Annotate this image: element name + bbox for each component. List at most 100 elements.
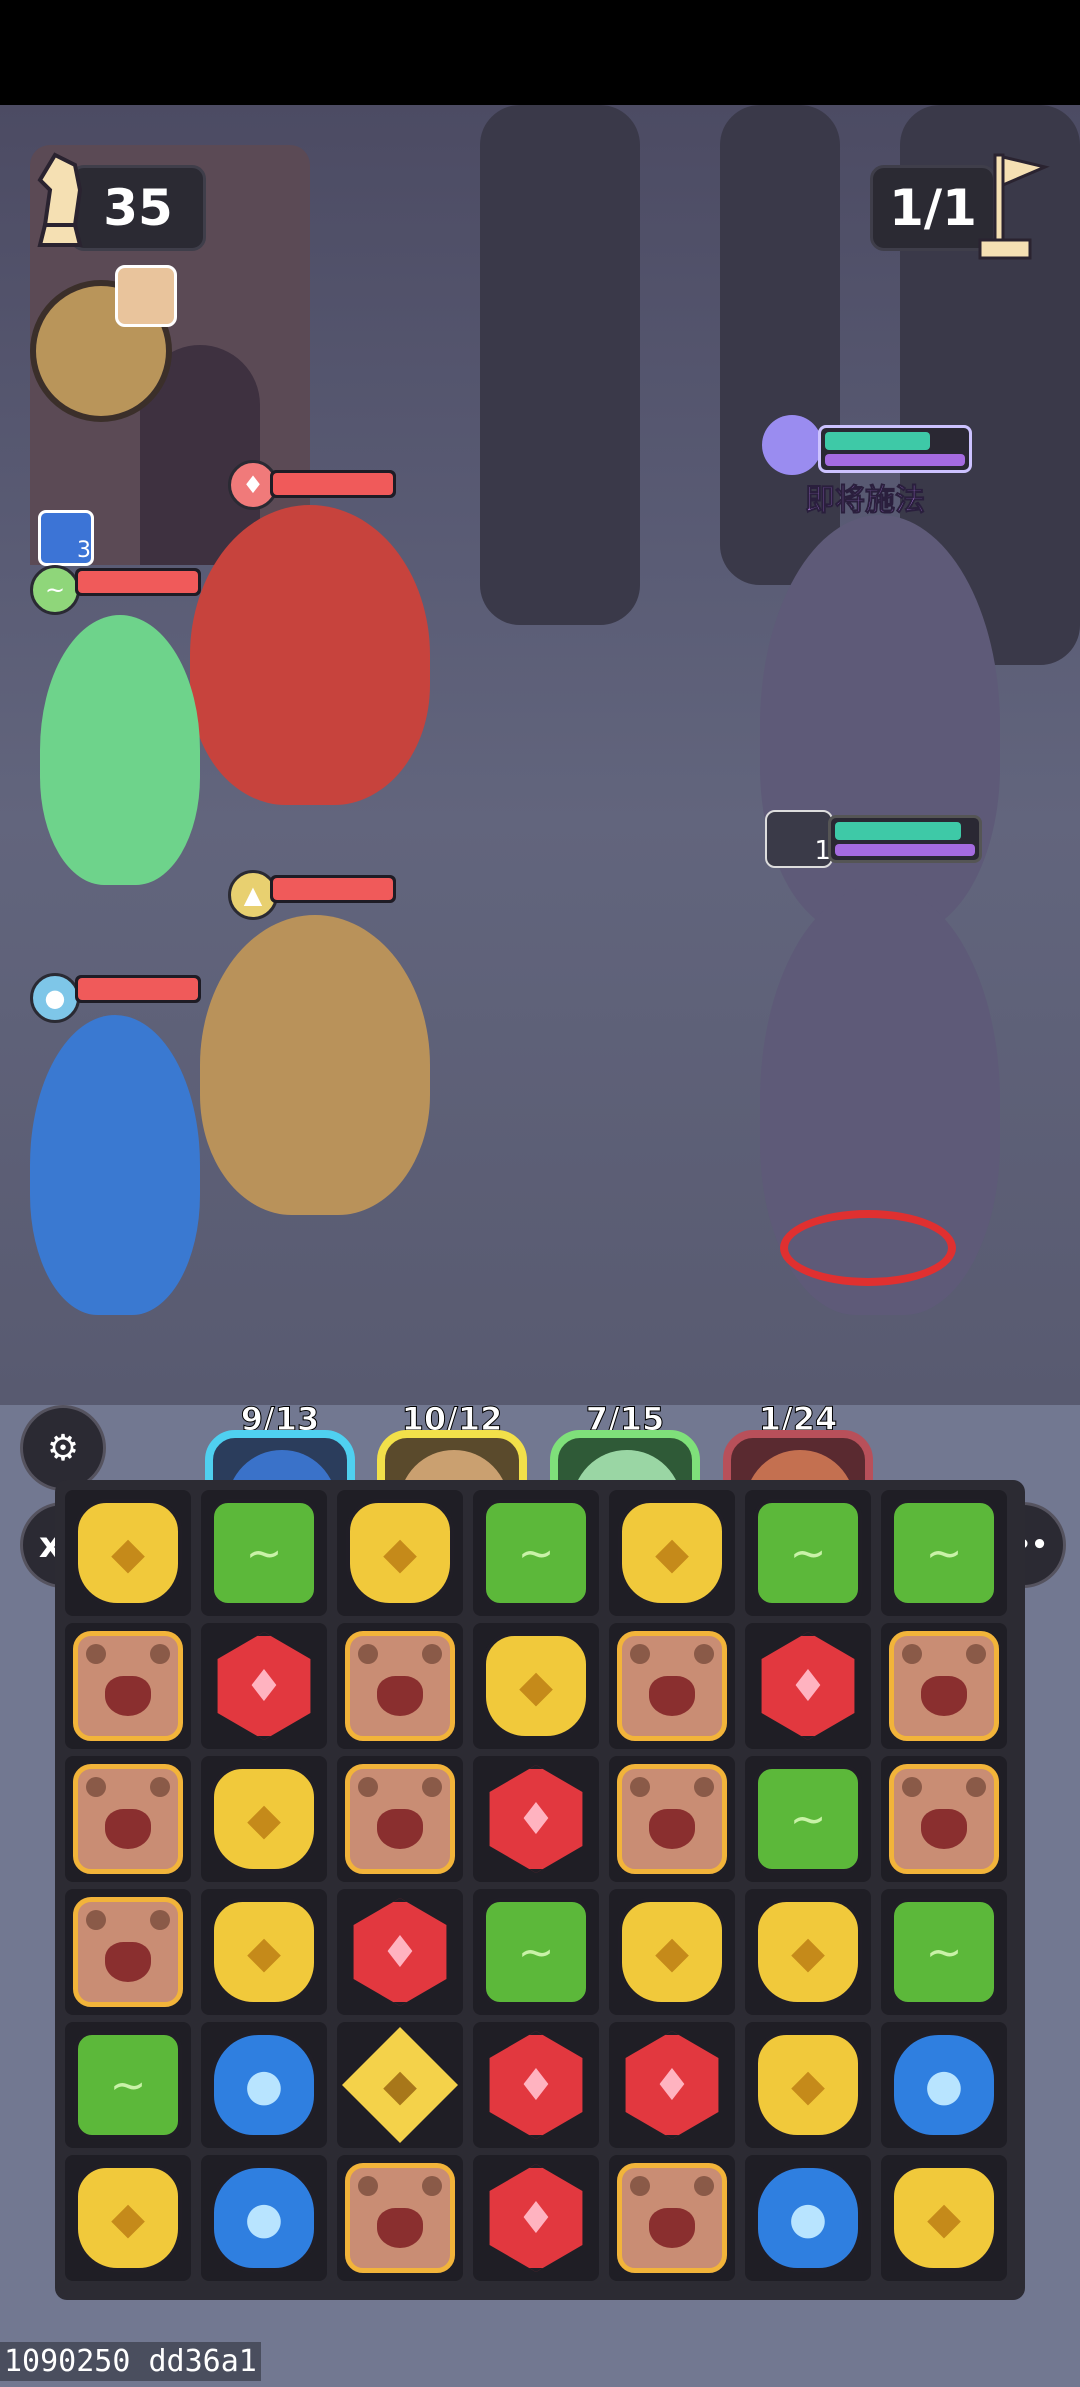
board-cell[interactable]: ◆ xyxy=(473,1623,599,1749)
board-cell[interactable] xyxy=(609,2155,735,2281)
bear-tile xyxy=(617,2163,727,2273)
board-cell[interactable] xyxy=(881,1756,1007,1882)
board-cell[interactable]: ♦ xyxy=(745,1623,871,1749)
board-cell[interactable]: ~ xyxy=(881,1889,1007,2015)
yellow-gem: ◆ xyxy=(74,1499,182,1607)
board-cell[interactable]: ♦ xyxy=(609,2022,735,2148)
enemy-dark-elf-1 xyxy=(760,515,1000,935)
board-cell[interactable]: ◆ xyxy=(337,1490,463,1616)
board-cell[interactable]: ◆ xyxy=(609,1490,735,1616)
green-gem: ~ xyxy=(890,1898,998,2006)
enemy-hp-bar xyxy=(828,815,982,863)
yellow-gem: ◆ xyxy=(890,2164,998,2272)
wave-value: 1/1 xyxy=(889,179,977,237)
board-cell[interactable] xyxy=(65,1889,191,2015)
yellow-gem: ◆ xyxy=(754,2031,862,2139)
moves-value: 35 xyxy=(103,179,173,237)
green-gem: ~ xyxy=(754,1765,862,1873)
board-cell[interactable] xyxy=(881,1623,1007,1749)
green-gem: ~ xyxy=(482,1898,590,2006)
yellow-gem: ◆ xyxy=(754,1898,862,2006)
skill-hero-portrait xyxy=(115,265,177,327)
blue-gem: ● xyxy=(210,2031,318,2139)
green-gem: ~ xyxy=(754,1499,862,1607)
target-marker xyxy=(780,1210,956,1286)
red-gem: ♦ xyxy=(489,2164,583,2272)
board-cell[interactable]: ● xyxy=(881,2022,1007,2148)
yellow-gem: ◆ xyxy=(482,1632,590,1740)
board-cell[interactable]: ♦ xyxy=(337,1889,463,2015)
board-cell[interactable] xyxy=(609,1756,735,1882)
ally-mage-blue xyxy=(30,1015,200,1315)
green-gem: ~ xyxy=(482,1499,590,1607)
red-gem: ♦ xyxy=(489,1765,583,1873)
bear-tile xyxy=(73,1764,183,1874)
ally-badge: 3 xyxy=(38,510,94,566)
board-cell[interactable]: ◆ xyxy=(65,2155,191,2281)
match3-board: ◆ ~ ◆ ~ ◆ ~ ~ ♦ ◆ ♦ ◆ ♦ ~ ◆ ♦ ~ ◆ ◆ ~ ~ ● ◆ ♦ ♦ ◆ ● ◆ ● ♦ ● ◆ xyxy=(55,1480,1025,2300)
enemy-hp-bar xyxy=(818,425,972,473)
board-cell[interactable]: ♦ xyxy=(473,2022,599,2148)
board-cell[interactable]: ♦ xyxy=(473,2155,599,2281)
board-cell[interactable]: ● xyxy=(201,2022,327,2148)
board-cell[interactable]: ● xyxy=(201,2155,327,2281)
board-cell[interactable]: ~ xyxy=(881,1490,1007,1616)
board-cell[interactable] xyxy=(65,1623,191,1749)
battle-scene: 35 1/1 3 ♦ ~ ▲ ● 即将施法 1 xyxy=(0,105,1080,1405)
hp-bar xyxy=(270,875,396,903)
green-gem: ~ xyxy=(74,2031,182,2139)
yellow-gem: ◆ xyxy=(618,1898,726,2006)
debug-text: 1090250 dd36a1 xyxy=(0,2342,261,2381)
red-gem: ♦ xyxy=(489,2031,583,2139)
board-cell[interactable] xyxy=(337,2155,463,2281)
yellow-gem: ◆ xyxy=(346,1499,454,1607)
casting-status: 即将施法 xyxy=(805,483,926,519)
status-bar xyxy=(0,0,1080,105)
ally-warrior-red xyxy=(190,505,430,805)
board-cell[interactable]: ♦ xyxy=(201,1623,327,1749)
hp-bar xyxy=(75,568,201,596)
board-cell[interactable] xyxy=(609,1623,735,1749)
enemy-cooldown-icon: 1 xyxy=(765,810,833,868)
board-cell[interactable]: ~ xyxy=(473,1490,599,1616)
bear-tile xyxy=(345,2163,455,2273)
ally-genie-green xyxy=(40,615,200,885)
board-cell[interactable] xyxy=(337,1756,463,1882)
water-element-icon: ● xyxy=(30,973,80,1023)
board-cell[interactable] xyxy=(65,1756,191,1882)
yellow-gem: ◆ xyxy=(210,1765,318,1873)
board-cell[interactable]: ◆ xyxy=(337,2022,463,2148)
board-cell[interactable]: ♦ xyxy=(473,1756,599,1882)
red-gem: ♦ xyxy=(353,1898,447,2006)
knight-icon xyxy=(37,152,83,247)
bear-tile xyxy=(617,1764,727,1874)
yellow-gem: ◆ xyxy=(74,2164,182,2272)
red-gem: ♦ xyxy=(217,1632,311,1740)
board-cell[interactable]: ~ xyxy=(745,1756,871,1882)
bear-tile xyxy=(889,1631,999,1741)
board-cell[interactable]: ◆ xyxy=(881,2155,1007,2281)
board-cell[interactable]: ~ xyxy=(745,1490,871,1616)
board-cell[interactable] xyxy=(337,1623,463,1749)
board-cell[interactable]: ● xyxy=(745,2155,871,2281)
settings-button[interactable]: ⚙ xyxy=(20,1405,106,1491)
bear-tile xyxy=(345,1764,455,1874)
ally-knight-gold xyxy=(200,915,430,1215)
hp-bar xyxy=(270,470,396,498)
board-cell[interactable]: ◆ xyxy=(65,1490,191,1616)
red-gem: ♦ xyxy=(761,1632,855,1740)
board-cell[interactable]: ◆ xyxy=(201,1889,327,2015)
board-cell[interactable]: ~ xyxy=(201,1490,327,1616)
blue-gem: ● xyxy=(210,2164,318,2272)
board-cell[interactable]: ◆ xyxy=(201,1756,327,1882)
blue-gem: ● xyxy=(754,2164,862,2272)
board-cell[interactable]: ~ xyxy=(65,2022,191,2148)
green-gem: ~ xyxy=(890,1499,998,1607)
board-cell[interactable]: ◆ xyxy=(745,2022,871,2148)
board-cell[interactable]: ◆ xyxy=(745,1889,871,2015)
bear-tile xyxy=(73,1631,183,1741)
bear-tile xyxy=(345,1631,455,1741)
board-cell[interactable]: ◆ xyxy=(609,1889,735,2015)
flag-icon xyxy=(978,153,1050,260)
board-cell[interactable]: ~ xyxy=(473,1889,599,2015)
